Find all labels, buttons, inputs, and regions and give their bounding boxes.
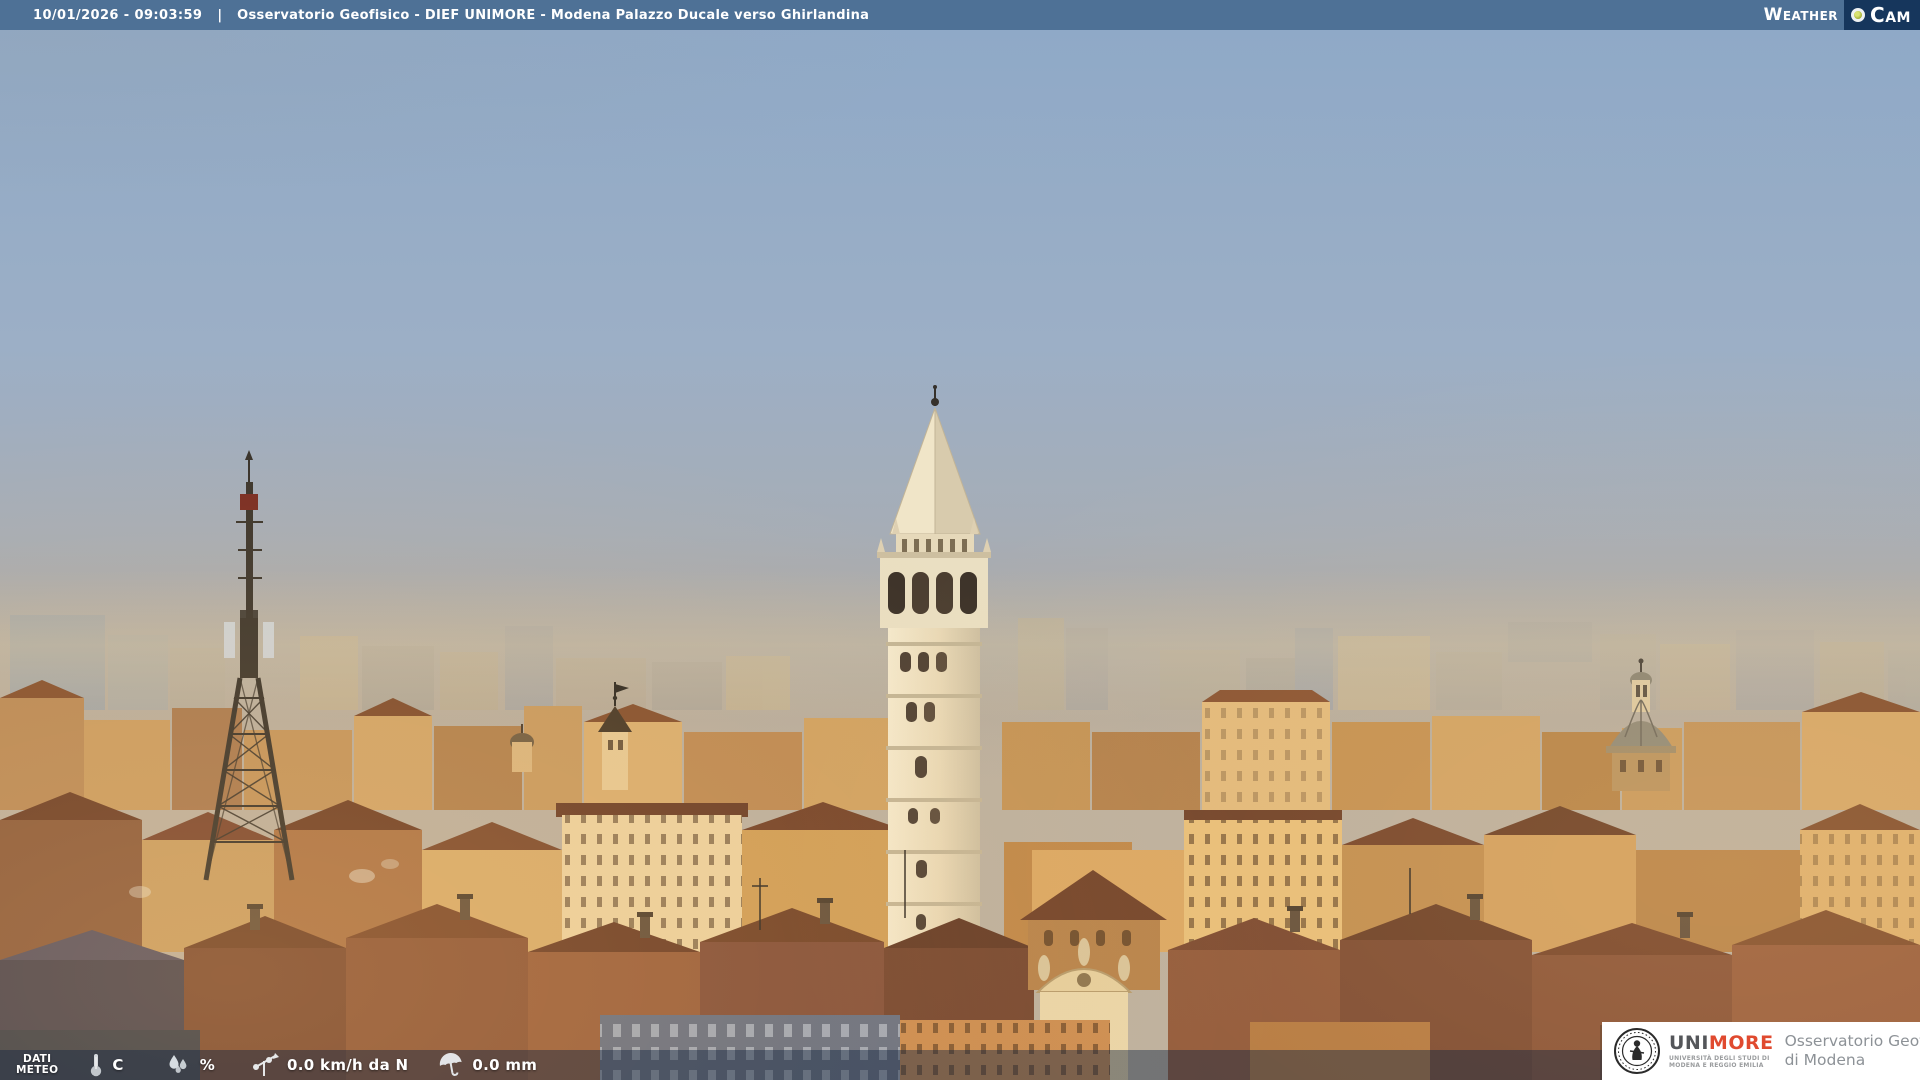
temperature-metric: C (88, 1052, 123, 1078)
timestamp: 10/01/2026 - 09:03:59 (33, 7, 203, 23)
cityscape-scene (0, 30, 1920, 1080)
title-bar: 10/01/2026 - 09:03:59 | Osservatorio Geo… (0, 0, 1920, 30)
wind-icon (251, 1052, 280, 1078)
observatory-name: Osservatorio Geofisico di Modena (1784, 1032, 1920, 1069)
humidity-metric: % (166, 1053, 215, 1077)
rain-value: 0.0 mm (472, 1056, 538, 1074)
rain-icon (438, 1052, 464, 1078)
unimore-subtitle-2: MODENA E REGGIO EMILIA (1669, 1061, 1764, 1069)
wind-metric: 0.0 km/h da N (251, 1052, 408, 1078)
unimore-subtitle-1: UNIVERSITÀ DEGLI STUDI DI (1669, 1054, 1770, 1062)
unimore-more-text: MORE (1708, 1031, 1774, 1054)
webcam-page: 10/01/2026 - 09:03:59 | Osservatorio Geo… (0, 0, 1920, 1080)
humidity-value: % (199, 1056, 216, 1074)
weathercam-logo: Weather Cam (1764, 0, 1920, 30)
rain-metric: 0.0 mm (438, 1052, 537, 1078)
wind-value: 0.0 km/h da N (287, 1056, 409, 1074)
weathercam-cam-box: Cam (1844, 0, 1920, 30)
unimore-credit: UNIMORE UNIVERSITÀ DEGLI STUDI DI MODENA… (1602, 1022, 1920, 1080)
camera-lens-icon (1851, 8, 1866, 22)
weathercam-cam-text: Cam (1870, 3, 1911, 27)
temperature-value: C (112, 1056, 124, 1074)
separator: | (217, 7, 223, 23)
unimore-uni-text: UNI (1669, 1031, 1709, 1054)
humidity-icon (166, 1053, 192, 1077)
weathercam-weather-text: Weather (1763, 5, 1839, 25)
unimore-wordmark: UNIMORE UNIVERSITÀ DEGLI STUDI DI MODENA… (1669, 1031, 1774, 1069)
dati-meteo-label: DATI METEO (16, 1053, 59, 1076)
thermometer-icon (88, 1052, 104, 1078)
unimore-seal-icon (1613, 1027, 1661, 1075)
webcam-image (0, 30, 1920, 1080)
page-title: Osservatorio Geofisico - DIEF UNIMORE - … (237, 7, 870, 23)
